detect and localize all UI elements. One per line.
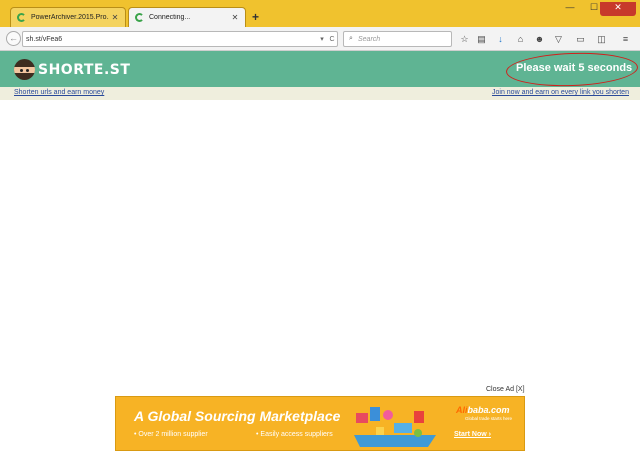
window-icon[interactable]: ▭ <box>574 33 587 46</box>
shield-icon[interactable]: ▽ <box>552 33 565 46</box>
new-tab-button[interactable]: + <box>252 10 259 24</box>
tab-close-icon[interactable]: ✕ <box>229 13 241 22</box>
tab-close-icon[interactable]: ✕ <box>109 13 121 22</box>
search-placeholder: Search <box>358 35 381 43</box>
chat-icon[interactable]: ☻ <box>533 33 546 46</box>
ad-banner[interactable]: A Global Sourcing Marketplace • Over 2 m… <box>115 396 525 451</box>
back-arrow-icon[interactable]: ← <box>6 31 21 46</box>
ad-headline: A Global Sourcing Marketplace <box>134 408 341 424</box>
bookmark-star-icon[interactable]: ☆ <box>458 33 471 46</box>
reload-icon[interactable]: C <box>327 36 337 43</box>
tab-powerarchiver[interactable]: PowerArchiver.2015.Pro.15.... ✕ <box>10 7 126 27</box>
title-bar: PowerArchiver.2015.Pro.15.... ✕ Connecti… <box>0 0 640 27</box>
subheader-bar: Shorten urls and earn money Join now and… <box>0 87 640 100</box>
tab-label: PowerArchiver.2015.Pro.15.... <box>31 14 109 21</box>
tab-label: Connecting... <box>149 14 191 21</box>
download-arrow-icon[interactable]: ↓ <box>494 33 507 46</box>
shorten-urls-link[interactable]: Shorten urls and earn money <box>14 89 104 96</box>
sidebar-icon[interactable]: ◫ <box>595 33 608 46</box>
dropdown-arrow-icon[interactable]: ▾ <box>317 35 327 43</box>
reading-list-icon[interactable]: ▤ <box>475 33 488 46</box>
loading-spinner-icon <box>17 13 26 22</box>
nav-toolbar: ← sh.st/vFea6 ▾ C ⌕ Search ☆ ▤ ↓ ⌂ ☻ ▽ ▭… <box>0 27 640 51</box>
menu-icon[interactable]: ≡ <box>619 33 632 46</box>
ninja-logo-icon[interactable] <box>14 59 35 80</box>
search-input[interactable]: ⌕ Search <box>343 31 452 47</box>
home-icon[interactable]: ⌂ <box>514 33 527 46</box>
url-text[interactable]: sh.st/vFea6 <box>23 36 317 43</box>
ad-tagline: Global trade starts here <box>465 416 513 421</box>
ad-bullet: • Over 2 million supplier <box>134 431 208 438</box>
minimize-icon[interactable]: — <box>560 2 580 16</box>
close-window-icon[interactable]: ✕ <box>600 2 636 16</box>
ad-bullet: • Easily access suppliers <box>256 431 333 438</box>
site-logo[interactable]: SHORTE.ST <box>38 62 130 78</box>
url-bar[interactable]: sh.st/vFea6 ▾ C <box>22 31 338 47</box>
join-now-link[interactable]: Join now and earn on every link you shor… <box>492 89 629 96</box>
shopping-illustration-icon <box>354 407 436 447</box>
alibaba-logo: Alibaba.com <box>456 405 510 415</box>
start-now-button[interactable]: Start Now › <box>454 431 491 438</box>
close-ad-button[interactable]: Close Ad [X] <box>486 386 525 393</box>
tab-connecting[interactable]: Connecting... ✕ <box>128 7 246 27</box>
loading-spinner-icon <box>135 13 144 22</box>
search-icon: ⌕ <box>349 35 353 42</box>
